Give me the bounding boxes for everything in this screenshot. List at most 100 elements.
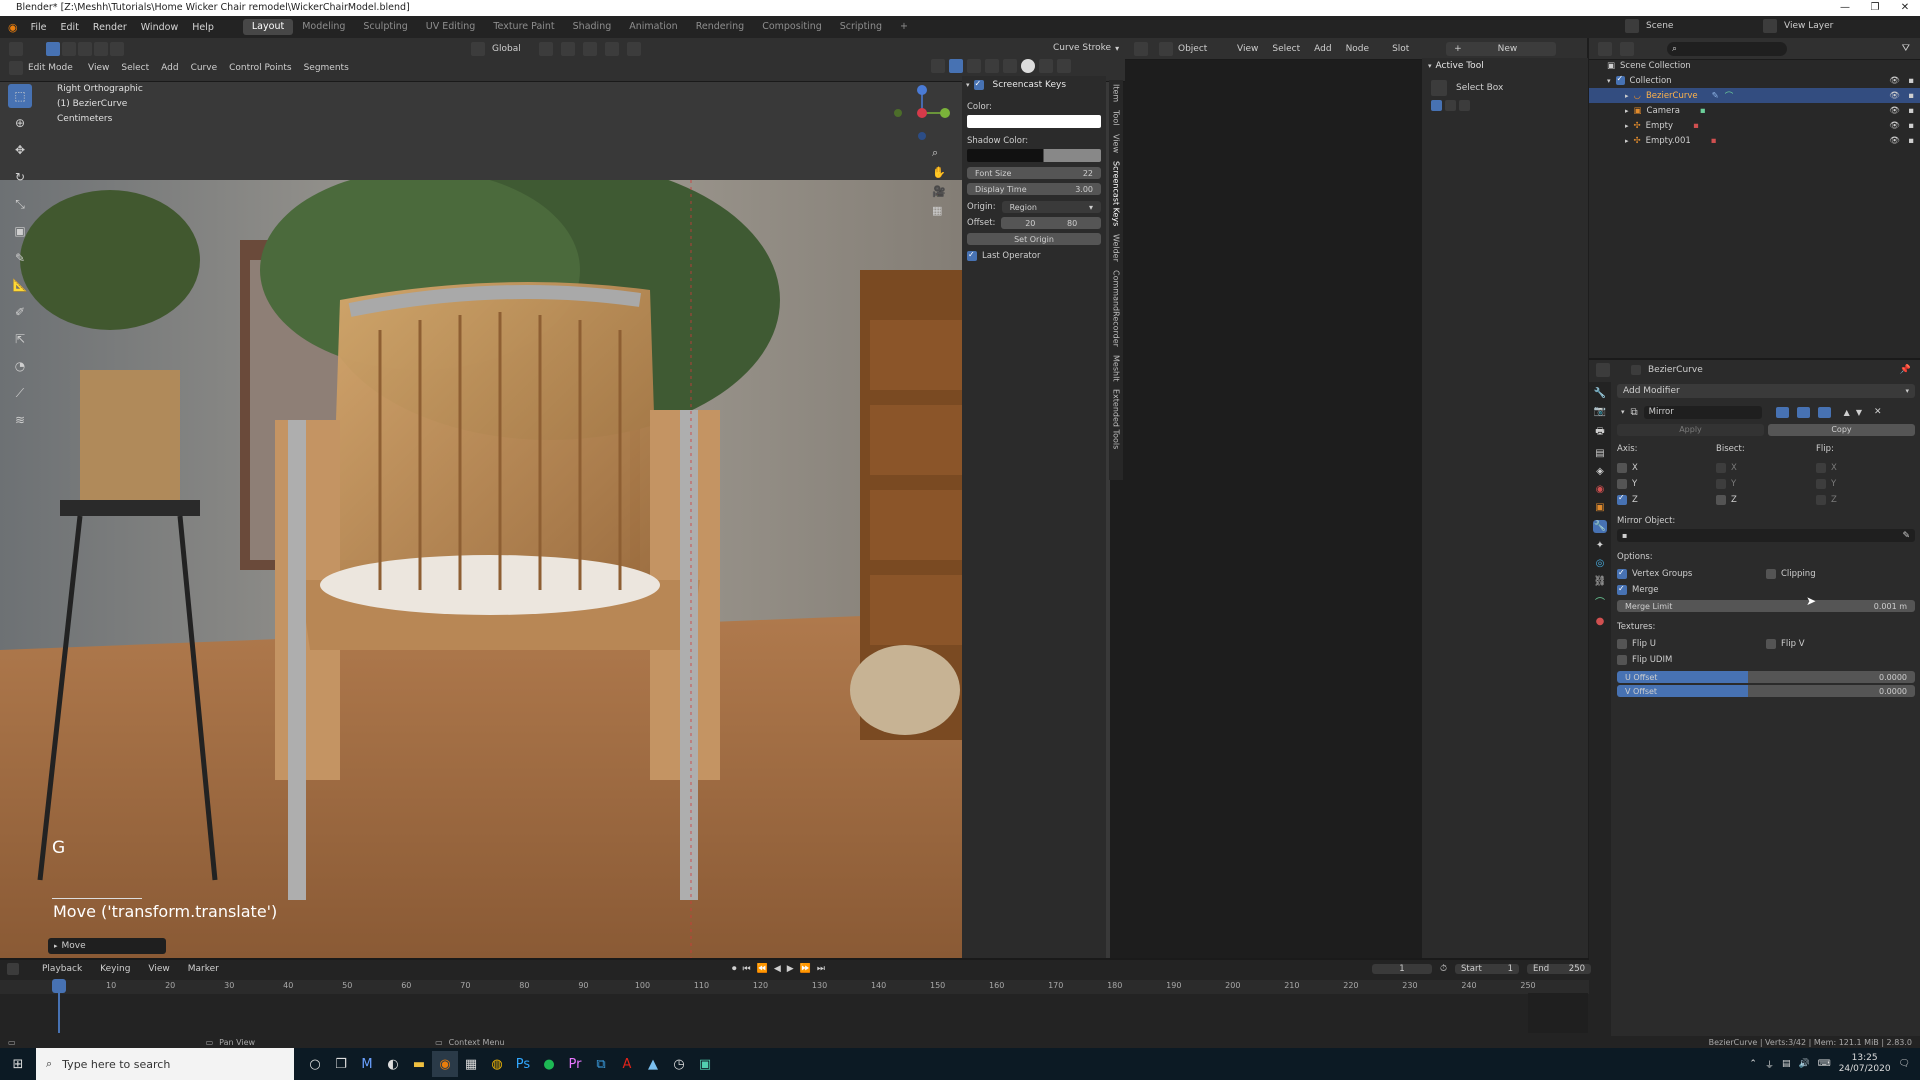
eye-icon[interactable]: 👁 (1889, 76, 1900, 86)
tab-modeling[interactable]: Modeling (293, 19, 354, 35)
record-icon[interactable]: ⏺ (732, 964, 737, 974)
mode-set-icon[interactable] (1431, 100, 1442, 111)
tab-uv-editing[interactable]: UV Editing (417, 19, 485, 35)
font-size-field[interactable]: Font Size 22 (967, 167, 1101, 179)
camera-render-icon[interactable]: ▪ (1908, 121, 1914, 131)
blender-logo-icon[interactable]: ◉ (0, 21, 24, 34)
wireframe-shading-icon[interactable] (1003, 59, 1017, 73)
move-up-icon[interactable]: ▲ (1844, 408, 1850, 417)
sidebar-tab-screencast-keys[interactable]: Screencast Keys (1112, 161, 1121, 226)
close-button[interactable]: ✕ (1890, 0, 1920, 16)
material-shading-icon[interactable] (1039, 59, 1053, 73)
sidebar-tab-extended-tools[interactable]: Extended Tools (1112, 389, 1121, 449)
output-tab-icon[interactable]: 🖶 (1595, 424, 1604, 441)
flip-u-checkbox[interactable] (1617, 639, 1627, 649)
expand-icon[interactable]: ▸ (1625, 92, 1629, 100)
cursor-tool-icon[interactable]: ⊕ (8, 111, 32, 135)
shadow-color-swatch[interactable] (967, 149, 1101, 162)
taskbar-search-input[interactable]: ⌕ Type here to search (36, 1048, 294, 1080)
last-operator-panel[interactable]: ▸ Move (48, 938, 166, 954)
expand-icon[interactable]: ▾ (1607, 77, 1611, 85)
viewport-menu-segments[interactable]: Segments (298, 63, 355, 73)
play-reverse-icon[interactable]: ◀ (774, 964, 781, 974)
app-photoshop-icon[interactable]: Ps (510, 1051, 536, 1077)
tab-rendering[interactable]: Rendering (687, 19, 754, 35)
tray-volume-icon[interactable]: 🔊 (1798, 1059, 1809, 1069)
play-icon[interactable]: ▶ (787, 964, 794, 974)
modifier-tab-icon[interactable]: 🔧 (1592, 520, 1608, 533)
falloff-icon[interactable] (627, 42, 641, 56)
vertex-groups-checkbox[interactable] (1617, 569, 1627, 579)
node-menu-select[interactable]: Select (1267, 44, 1305, 54)
tab-scripting[interactable]: Scripting (831, 19, 891, 35)
node-menu-node[interactable]: Node (1341, 44, 1375, 54)
menu-edit[interactable]: Edit (54, 22, 86, 33)
offset-y-value[interactable]: 80 (1067, 219, 1077, 228)
tree-item-collection[interactable]: ▾ Collection 👁 ▪ (1589, 73, 1920, 88)
mode-dropdown[interactable]: Edit Mode (24, 63, 82, 73)
curve-stroke-dropdown[interactable]: Curve Stroke (1053, 43, 1111, 53)
render-tab-icon[interactable]: 📷 (1594, 406, 1606, 417)
move-down-icon[interactable]: ▼ (1856, 408, 1862, 417)
transform-tool-icon[interactable]: ▣ (8, 219, 32, 243)
tray-keyboard-icon[interactable]: ⌨ (1818, 1059, 1831, 1069)
offset-x-value[interactable]: 20 (1025, 219, 1035, 228)
show-viewport-icon[interactable] (1796, 406, 1810, 418)
tilt-tool-icon[interactable]: ⟋ (8, 381, 32, 405)
current-frame-field[interactable]: 1 (1372, 964, 1432, 974)
sidebar-tab-view[interactable]: View (1112, 134, 1121, 153)
axis-y-checkbox[interactable] (1617, 479, 1627, 489)
xray-icon[interactable] (985, 59, 999, 73)
outliner-search-input[interactable]: ⌕ (1667, 41, 1787, 56)
outliner-editor-icon[interactable] (1598, 41, 1612, 56)
select-mode-extend-icon[interactable] (62, 42, 76, 56)
copy-button[interactable]: Copy (1768, 424, 1915, 436)
camera-view-icon[interactable]: 🎥 (932, 185, 946, 198)
scene-icon[interactable] (1625, 19, 1639, 33)
app-photos-icon[interactable]: ▲ (640, 1051, 666, 1077)
tab-shading[interactable]: Shading (564, 19, 621, 35)
rendered-shading-icon[interactable] (1057, 59, 1071, 73)
move-tool-icon[interactable]: ✥ (8, 138, 32, 162)
measure-tool-icon[interactable]: 📐 (8, 273, 32, 297)
eye-icon[interactable]: 👁 (1889, 136, 1900, 146)
randomize-tool-icon[interactable]: ≋ (8, 408, 32, 432)
flip-v-checkbox[interactable] (1766, 639, 1776, 649)
physics-tab-icon[interactable]: ◎ (1596, 558, 1605, 569)
app-file-explorer-icon[interactable]: ▬ (406, 1051, 432, 1077)
flip-y-checkbox[interactable] (1816, 479, 1826, 489)
u-offset-field[interactable]: U Offset 0.0000 (1617, 671, 1915, 683)
app-blender-icon[interactable]: ◉ (432, 1051, 458, 1077)
app-browser-icon[interactable]: ◐ (380, 1051, 406, 1077)
proportional-icon[interactable] (605, 42, 619, 56)
flip-x-checkbox[interactable] (1816, 463, 1826, 473)
draw-tool-icon[interactable]: ✐ (8, 300, 32, 324)
tree-item-camera[interactable]: ▸ ▣ Camera ▪ 👁 ▪ (1589, 103, 1920, 118)
tab-compositing[interactable]: Compositing (753, 19, 831, 35)
expand-icon[interactable]: ▸ (1625, 122, 1629, 130)
collapse-icon[interactable]: ▾ (1621, 408, 1625, 416)
scale-tool-icon[interactable]: ⤡ (8, 192, 32, 216)
minimize-button[interactable]: — (1830, 0, 1860, 16)
constraints-tab-icon[interactable]: ⛓ (1594, 576, 1607, 587)
camera-render-icon[interactable]: ▪ (1908, 76, 1914, 86)
next-key-icon[interactable]: ⏩ (800, 964, 811, 974)
playhead[interactable] (52, 979, 66, 993)
tool-tab-icon[interactable]: 🔧 (1594, 388, 1606, 399)
display-time-field[interactable]: Display Time 3.00 (967, 183, 1101, 195)
notification-icon[interactable]: 🗨 (1899, 1059, 1910, 1069)
start-frame-field[interactable]: Start 1 (1455, 964, 1520, 974)
menu-window[interactable]: Window (134, 22, 185, 33)
viewport-menu-add[interactable]: Add (155, 63, 184, 73)
pan-hand-icon[interactable]: ✋ (932, 166, 946, 179)
select-mode-intersect-icon[interactable] (110, 42, 124, 56)
app-meshh-icon[interactable]: M (354, 1051, 380, 1077)
tree-item-empty[interactable]: ▸ ✣ Empty ▪ 👁 ▪ (1589, 118, 1920, 133)
origin-dropdown[interactable]: Region ▾ (1001, 201, 1101, 213)
app-vscode-icon[interactable]: ⧉ (588, 1051, 614, 1077)
navigation-gizmo[interactable] (890, 80, 950, 150)
scene-name[interactable]: Scene (1646, 21, 1756, 31)
sidebar-tab-item[interactable]: Item (1112, 84, 1121, 102)
viewport-menu-select[interactable]: Select (115, 63, 155, 73)
bisect-x-checkbox[interactable] (1716, 463, 1726, 473)
